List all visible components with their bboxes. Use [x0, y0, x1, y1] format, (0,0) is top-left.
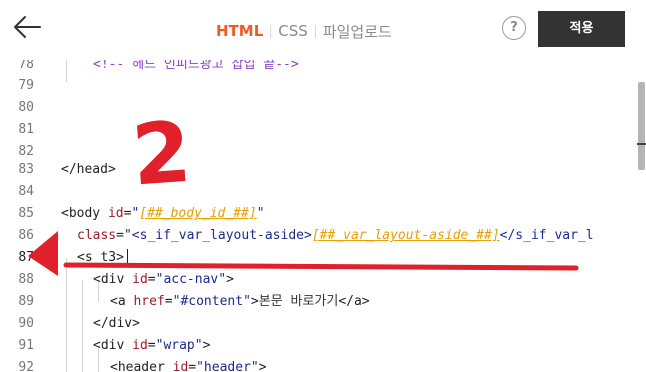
code-text: class="<s_if_var_layout-aside>[##_var_la… [77, 225, 594, 247]
html-tag: > [258, 360, 267, 372]
template-variable: [##_var_layout-aside_##] [311, 228, 500, 243]
line-number: 79 [18, 78, 34, 93]
help-button[interactable]: ? [502, 16, 526, 40]
tab-divider [314, 24, 316, 38]
html-attribute: id [107, 206, 124, 221]
question-circle-icon: ? [510, 20, 518, 35]
code-line: 89 <a href="#content">본문 바로가기</a> [0, 291, 646, 313]
line-number: 88 [18, 272, 34, 287]
scrollbar-marker [637, 143, 646, 145]
line-number: 89 [18, 294, 34, 309]
html-tag: </div> [93, 316, 140, 331]
html-tag: <div [93, 272, 133, 287]
code-line: 79 [0, 75, 646, 97]
code-text: <header id="header"> [110, 357, 267, 372]
code-line-current: 87 <s_t3> [0, 247, 646, 269]
html-tag: <a [110, 294, 134, 309]
html-string: "acc-nav" [155, 272, 227, 287]
html-tag: <header [110, 360, 173, 372]
tab-css[interactable]: CSS [278, 22, 308, 40]
html-attribute: id [132, 272, 148, 287]
line-number: 80 [18, 100, 34, 115]
code-line: 92 <header id="header"> [0, 347, 646, 372]
line-number: 81 [18, 122, 34, 137]
code-line: 81 [0, 119, 646, 141]
html-string: "<s_if_var_layout-aside> [123, 228, 312, 243]
editor-tabs: HTML CSS 파일업로드 [216, 19, 392, 43]
back-button[interactable] [10, 12, 44, 46]
html-equals: = [116, 228, 124, 243]
html-comment: <!-- 헤드 인피드광고 삽입 끝--> [93, 60, 299, 72]
code-line: 78 <!-- 헤드 인피드광고 삽입 끝--> [0, 60, 646, 76]
html-string: "header" [196, 360, 259, 372]
line-number: 83 [18, 162, 34, 177]
html-equals: = [188, 360, 197, 372]
code-text: <a href="#content">본문 바로가기</a> [110, 291, 370, 313]
line-number: 84 [18, 184, 34, 199]
html-equals: = [164, 294, 173, 309]
code-text: <!-- 헤드 인피드광고 삽입 끝--> [93, 60, 299, 76]
tab-divider [270, 24, 272, 38]
code-line: 84 [0, 181, 646, 203]
code-text: <body id="[##_body_id_##]" [61, 203, 265, 225]
line-number: 92 [18, 360, 34, 372]
html-string: </s_if_var_l [499, 228, 594, 243]
vertical-scrollbar[interactable] [637, 60, 646, 372]
text-cursor [127, 249, 128, 266]
html-tag: </a> [338, 294, 370, 309]
html-tag: </head> [61, 162, 116, 177]
code-text: </head> [61, 159, 116, 181]
code-line: 85 <body id="[##_body_id_##]" [0, 203, 646, 225]
line-number: 90 [18, 316, 34, 331]
apply-button[interactable]: 적용 [538, 11, 625, 47]
html-attribute: id [172, 360, 189, 372]
code-editor[interactable]: 78 <!-- 헤드 인피드광고 삽입 끝--> 79 80 81 82 83 … [0, 60, 646, 372]
code-line: 80 [0, 97, 646, 119]
code-line: 88 <div id="acc-nav"> [0, 269, 646, 291]
template-variable: [##_body_id_##] [139, 206, 257, 221]
tab-file-upload[interactable]: 파일업로드 [323, 21, 392, 42]
html-text: 본문 바로가기 [258, 294, 339, 309]
code-text: <s_t3> [77, 247, 124, 269]
code-text: <div id="acc-nav"> [93, 269, 234, 291]
html-quote: " [256, 206, 265, 221]
html-string: "#content" [172, 294, 251, 309]
html-tag: <body [61, 206, 108, 221]
line-number: 85 [18, 206, 34, 221]
line-number: 86 [18, 228, 34, 243]
line-number: 87 [18, 250, 34, 265]
editor-header: HTML CSS 파일업로드 ? 적용 [0, 0, 646, 60]
html-tag: > [250, 294, 259, 309]
line-number: 78 [18, 60, 34, 72]
html-tag: <s_t3> [77, 250, 124, 265]
arrow-left-icon [14, 16, 41, 38]
code-text: </div> [93, 313, 140, 335]
html-equals: = [147, 272, 156, 287]
tab-html[interactable]: HTML [216, 22, 263, 40]
code-line: 90 </div> [0, 313, 646, 335]
scrollbar-thumb[interactable] [638, 82, 645, 170]
html-tag: > [226, 272, 234, 287]
code-line: 83 </head> [0, 159, 646, 181]
html-attribute: href [133, 294, 165, 309]
code-line: 86 class="<s_if_var_layout-aside>[##_var… [0, 225, 646, 247]
html-attribute: class [77, 228, 117, 243]
